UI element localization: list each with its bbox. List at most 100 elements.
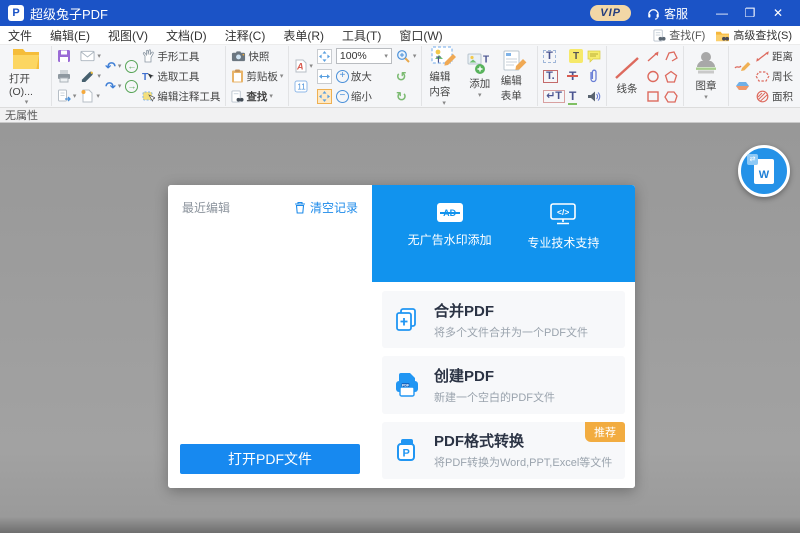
edit-content-button[interactable]: T 编辑内容 ▾ bbox=[425, 46, 462, 107]
open-pdf-file-button[interactable]: 打开PDF文件 bbox=[180, 444, 360, 474]
area-label: 面积 bbox=[772, 89, 793, 104]
convert-pdf-card[interactable]: 推荐 P PDF格式转换 将PDF转换为Word,PPT,Excel等文件 bbox=[382, 422, 625, 479]
distance-tool-button[interactable]: 距离 bbox=[753, 46, 795, 66]
clear-history-label: 清空记录 bbox=[310, 199, 358, 216]
perimeter-tool-button[interactable]: 周长 bbox=[753, 66, 795, 86]
pentagon-tool-button[interactable] bbox=[662, 66, 680, 86]
actual-size-button[interactable] bbox=[315, 86, 334, 106]
menu-edit[interactable]: 编辑(E) bbox=[50, 27, 90, 44]
zoom-in-button[interactable]: +放大 bbox=[334, 66, 394, 86]
close-button[interactable]: ✕ bbox=[764, 6, 792, 20]
menu-file[interactable]: 文件 bbox=[8, 27, 32, 44]
snapshot-button[interactable]: 快照 bbox=[229, 46, 285, 66]
svg-text:P: P bbox=[403, 448, 410, 460]
pdf-to-word-float-button[interactable]: ⇄ W bbox=[738, 145, 790, 197]
print-button[interactable] bbox=[55, 66, 79, 86]
rectangle-tool-button[interactable] bbox=[644, 86, 662, 106]
add-caret-icon[interactable]: ▾ bbox=[478, 92, 482, 99]
speaker-icon bbox=[587, 90, 601, 103]
stamp-tool-caret-icon[interactable]: ▾ bbox=[97, 73, 101, 80]
hand-tool-button[interactable]: 手形工具 bbox=[140, 46, 222, 66]
oval-tool-button[interactable] bbox=[644, 66, 662, 86]
typewriter-button[interactable]: T bbox=[541, 46, 567, 66]
stamp-tool-icon bbox=[80, 70, 95, 82]
underline-icon: T bbox=[569, 89, 576, 103]
zoom-level-combobox[interactable]: 100%▾ bbox=[334, 46, 394, 66]
actions-pane: AD 无广告水印添加 </> 专业技术支持 bbox=[372, 185, 635, 488]
strikethrough-button[interactable]: T bbox=[567, 66, 585, 86]
stamp-caret-icon[interactable]: ▾ bbox=[704, 94, 708, 101]
menu-window[interactable]: 窗口(W) bbox=[399, 27, 442, 44]
stamp-button[interactable]: 图章 ▾ bbox=[687, 51, 725, 101]
edit-form-button[interactable]: 编辑表单 bbox=[497, 50, 534, 103]
minimize-button[interactable]: — bbox=[708, 6, 736, 20]
advanced-find-button[interactable]: 高级查找(S) bbox=[715, 27, 792, 43]
fit-width-button[interactable] bbox=[315, 66, 334, 86]
toolbar-group-capture: 快照 剪贴板 ▾ 查找 ▾ bbox=[226, 46, 289, 106]
next-view-button[interactable]: → bbox=[123, 76, 140, 96]
sound-button[interactable] bbox=[585, 86, 603, 106]
save-button[interactable] bbox=[55, 46, 79, 66]
undo-button[interactable]: ↶▾ bbox=[103, 56, 123, 76]
eraser-tool-button[interactable] bbox=[732, 76, 753, 96]
edit-content-caret-icon[interactable]: ▾ bbox=[442, 100, 446, 107]
action-cards: 合并PDF 将多个文件合并为一个PDF文件 PDF 创建PDF 新建一个空白的P… bbox=[372, 282, 635, 488]
clear-history-button[interactable]: 清空记录 bbox=[294, 199, 358, 216]
callout-button[interactable]: ↵T bbox=[541, 86, 567, 106]
highlight-button[interactable]: T bbox=[567, 46, 585, 66]
menu-annotate[interactable]: 注释(C) bbox=[225, 27, 266, 44]
area-tool-button[interactable]: 面积 bbox=[753, 86, 795, 106]
undo-caret-icon[interactable]: ▾ bbox=[118, 63, 122, 70]
stamp-tool-button[interactable]: ▾ bbox=[78, 66, 103, 86]
select-tool-button[interactable]: T 选取工具 bbox=[140, 66, 222, 86]
mail-button[interactable]: ▾ bbox=[78, 46, 103, 66]
underline-button[interactable]: T bbox=[567, 86, 585, 106]
redo-button[interactable]: ↷▾ bbox=[103, 76, 123, 96]
add-button[interactable]: T 添加 ▾ bbox=[463, 53, 497, 99]
marquee-zoom-caret-icon[interactable]: ▾ bbox=[413, 53, 417, 60]
redo-caret-icon[interactable]: ▾ bbox=[118, 83, 122, 90]
rotate-left-button[interactable]: ↺ bbox=[394, 66, 419, 86]
export-caret-icon[interactable]: ▾ bbox=[73, 93, 77, 100]
customer-service-button[interactable]: 客服 bbox=[647, 5, 688, 22]
attach-button[interactable] bbox=[585, 66, 603, 86]
text-style-button[interactable]: A▾ bbox=[292, 56, 315, 76]
page-number-button[interactable]: 11 bbox=[292, 76, 315, 96]
previous-view-button[interactable]: ← bbox=[123, 56, 140, 76]
polyline-tool-button[interactable] bbox=[662, 46, 680, 66]
menu-view[interactable]: 视图(V) bbox=[108, 27, 148, 44]
new-doc-caret-icon[interactable]: ▾ bbox=[96, 93, 100, 100]
open-button[interactable]: 打开(O)... ▾ bbox=[5, 46, 48, 106]
pencil-tool-button[interactable] bbox=[732, 56, 753, 76]
zoom-out-button[interactable]: −缩小 bbox=[334, 86, 394, 106]
find-button[interactable]: 查找(F) bbox=[653, 27, 705, 43]
find-tool-button[interactable]: 查找 ▾ bbox=[229, 86, 285, 106]
polygon-tool-button[interactable] bbox=[662, 86, 680, 106]
find-tool-caret-icon[interactable]: ▾ bbox=[269, 93, 273, 100]
arrow-tool-button[interactable] bbox=[644, 46, 662, 66]
create-pdf-card[interactable]: PDF 创建PDF 新建一个空白的PDF文件 bbox=[382, 356, 625, 413]
edit-annotation-tool-button[interactable]: 编辑注释工具 bbox=[140, 86, 222, 106]
merge-pdf-card[interactable]: 合并PDF 将多个文件合并为一个PDF文件 bbox=[382, 291, 625, 348]
text-style-caret-icon[interactable]: ▾ bbox=[309, 63, 313, 70]
textbox-button[interactable]: T. bbox=[541, 66, 567, 86]
maximize-button[interactable]: ❐ bbox=[736, 6, 764, 20]
vip-badge[interactable]: VIP bbox=[590, 5, 631, 21]
clipboard-caret-icon[interactable]: ▾ bbox=[280, 73, 284, 80]
line-tool-button[interactable]: 线条 bbox=[610, 56, 644, 96]
mail-caret-icon[interactable]: ▾ bbox=[97, 53, 101, 60]
open-caret-icon[interactable]: ▾ bbox=[25, 99, 29, 106]
menu-document[interactable]: 文档(D) bbox=[166, 27, 207, 44]
promo-no-ads[interactable]: AD 无广告水印添加 bbox=[408, 203, 492, 248]
note-button[interactable] bbox=[585, 46, 603, 66]
menu-form[interactable]: 表单(R) bbox=[283, 27, 324, 44]
export-button[interactable]: ▾ bbox=[55, 86, 79, 106]
rotate-right-button[interactable]: ↻ bbox=[394, 86, 419, 106]
new-doc-button[interactable]: ▾ bbox=[78, 86, 103, 106]
promo-tech-support[interactable]: </> 专业技术支持 bbox=[527, 203, 599, 251]
clipboard-button[interactable]: 剪贴板 ▾ bbox=[229, 66, 285, 86]
promo-no-ads-label: 无广告水印添加 bbox=[408, 231, 492, 248]
menu-tools[interactable]: 工具(T) bbox=[342, 27, 381, 44]
marquee-zoom-button[interactable]: ▾ bbox=[394, 46, 419, 66]
fit-page-button[interactable] bbox=[315, 46, 334, 66]
